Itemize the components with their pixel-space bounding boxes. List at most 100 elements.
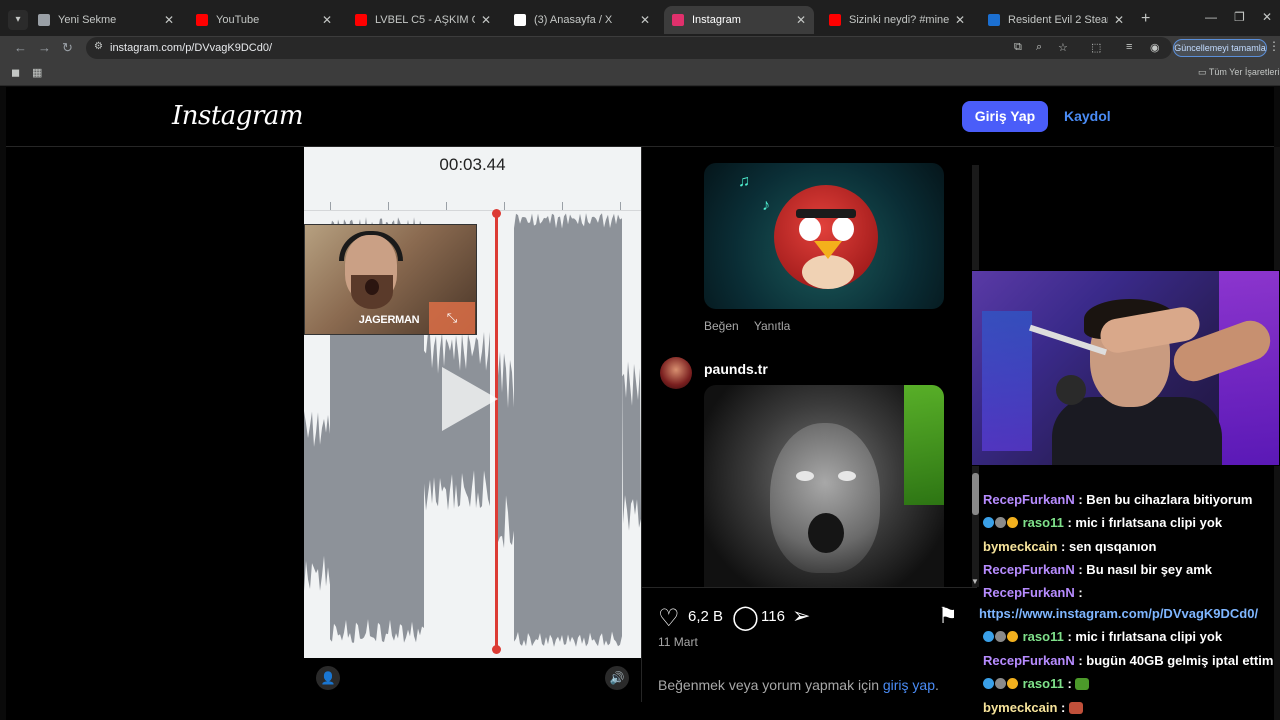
menu-icon[interactable]: ⋮ [1268, 39, 1280, 53]
chat-badge-icon [995, 631, 1006, 642]
like-count: 6,2 B [688, 608, 724, 625]
extensions-icon[interactable]: ⬚ [1091, 41, 1101, 54]
chat-badge-icon [995, 517, 1006, 528]
chat-username[interactable]: RecepFurkanN [983, 492, 1075, 507]
tab[interactable]: Sizinki neydi? #minecraft - You ✕ [821, 6, 973, 34]
chat-username[interactable]: raso11 [1023, 629, 1064, 644]
scroll-down-icon[interactable]: ▼ [971, 577, 979, 586]
expand-icon[interactable]: ⤡ [429, 302, 475, 334]
chat-username[interactable]: RecepFurkanN [983, 562, 1075, 577]
scrollbar-thumb[interactable] [972, 473, 979, 515]
close-tab-icon[interactable]: ✕ [481, 13, 491, 27]
ruler-tick [446, 202, 447, 210]
chat-text: : Ben bu cihazlara bitiyorum [1074, 492, 1253, 507]
update-button[interactable]: Güncellemeyi tamamla [1173, 39, 1267, 57]
maximize-icon[interactable]: ❐ [1234, 10, 1245, 24]
chat-link[interactable]: https://www.instagram.com/p/DVvagK9DCd0/ [979, 606, 1258, 621]
comment-image-face[interactable] [704, 385, 944, 590]
comment-icon[interactable]: ◯ [732, 603, 759, 632]
play-icon[interactable] [442, 367, 498, 431]
waveform-segment [496, 351, 514, 549]
minimize-icon[interactable]: — [1205, 10, 1217, 24]
site-info-icon[interactable]: ⚙ [94, 41, 103, 52]
share-icon[interactable]: ➢ [792, 603, 810, 629]
instagram-header: Instagram Giriş Yap Kaydol [6, 87, 1274, 147]
reply-comment-button[interactable]: Yanıtla [754, 319, 790, 333]
new-tab-button[interactable]: + [1141, 10, 1150, 28]
volume-icon[interactable]: 🔊 [605, 666, 629, 690]
tagged-users-icon[interactable]: 👤 [316, 666, 340, 690]
bird-brow [796, 209, 856, 218]
tab[interactable]: Yeni Sekme ✕ [30, 6, 182, 34]
tab[interactable]: Resident Evil 2 Steam'de %77 İ ✕ [980, 6, 1132, 34]
zoom-icon[interactable]: ⌕ [1036, 41, 1042, 54]
bookmark-star-icon[interactable]: ☆ [1058, 41, 1068, 54]
forward-icon[interactable]: → [38, 40, 51, 55]
chat-username[interactable]: RecepFurkanN [983, 585, 1075, 600]
bird-eye [832, 217, 854, 241]
back-icon[interactable]: ← [14, 40, 27, 55]
all-bookmarks-link[interactable]: ▭ Tüm Yer İşaretleri [1198, 67, 1279, 78]
chat-username[interactable]: bymeckcain [983, 539, 1057, 554]
instagram-logo[interactable]: Instagram [172, 101, 304, 131]
tab[interactable]: Instagram ✕ [664, 6, 814, 34]
login-prompt-link[interactable]: giriş yap [883, 677, 935, 693]
chat-text: : [1063, 676, 1076, 691]
comment-actions: Beğen Yanıtla [704, 319, 802, 333]
close-tab-icon[interactable]: ✕ [164, 13, 174, 27]
post-media-video[interactable]: 00:03.44 JAGERMAN ⤡ [304, 147, 641, 702]
media-control-icon[interactable]: ≡ [1126, 41, 1132, 53]
open-in-app-icon[interactable]: ⧉ [1014, 41, 1022, 54]
close-tab-icon[interactable]: ✕ [640, 13, 650, 27]
comment-image-angry-bird[interactable]: ♫ ♪ [704, 163, 944, 309]
chat-message: raso11 : [983, 676, 1090, 691]
chat-username[interactable]: raso11 [1023, 515, 1064, 530]
login-prompt: Beğenmek veya yorum yapmak için giriş ya… [658, 677, 939, 693]
bookmarks-bar: ◼ ▦ ▭ Tüm Yer İşaretleri [0, 60, 1280, 86]
folder-icon: ▭ [1198, 67, 1209, 77]
playhead-bottom-handle[interactable] [492, 645, 501, 654]
playhead-line[interactable] [495, 213, 498, 651]
url-text: instagram.com/p/DVvagK9DCd0/ [110, 42, 273, 54]
comment-username[interactable]: paunds.tr [704, 361, 768, 377]
heart-icon[interactable]: ♡ [658, 604, 680, 633]
audio-timer: 00:03.44 [439, 155, 506, 174]
signup-link[interactable]: Kaydol [1064, 108, 1111, 124]
close-window-icon[interactable]: ✕ [1262, 10, 1272, 24]
bookmark-icon[interactable]: ⚑ [938, 603, 958, 629]
apps-grid-icon[interactable]: ▦ [32, 66, 42, 79]
profile-icon[interactable]: ◉ [1150, 41, 1160, 54]
tab-search-button[interactable]: ▾ [8, 10, 28, 30]
close-tab-icon[interactable]: ✕ [1114, 13, 1124, 27]
waveform-segment [304, 411, 330, 591]
tab[interactable]: LVBEL C5 - AŞKIM ÇOK PARİ ✕ [347, 6, 499, 34]
login-button[interactable]: Giriş Yap [962, 101, 1048, 132]
address-bar[interactable]: ⚙ instagram.com/p/DVvagK9DCd0/ ⧉ ⌕ ☆ ⬚ ≡… [86, 37, 1172, 59]
chat-username[interactable]: RecepFurkanN [983, 653, 1075, 668]
close-tab-icon[interactable]: ✕ [955, 13, 965, 27]
media-controls: 👤 🔊 [304, 658, 641, 702]
avatar[interactable] [660, 357, 692, 389]
ruler-tick [388, 202, 389, 210]
waveform-segment [622, 361, 641, 531]
streamer-body [1052, 397, 1222, 465]
playhead-top-handle[interactable] [492, 209, 501, 218]
square-icon[interactable]: ◼ [11, 66, 20, 79]
chat-message: raso11 : mic i fırlatsana clipi yok [983, 629, 1222, 644]
tab[interactable]: (3) Anasayfa / X ✕ [506, 6, 658, 34]
chat-username[interactable]: raso11 [1023, 676, 1064, 691]
pip-mouth [365, 279, 379, 295]
chat-badge-icon [1007, 678, 1018, 689]
microphone [1056, 375, 1086, 405]
chat-text: : mic i fırlatsana clipi yok [1063, 629, 1223, 644]
tab[interactable]: YouTube ✕ [188, 6, 340, 34]
music-note-icon: ♪ [762, 197, 770, 214]
browser-toolbar: ← → ↻ ⚙ instagram.com/p/DVvagK9DCd0/ ⧉ ⌕… [0, 36, 1280, 60]
reload-icon[interactable]: ↻ [62, 40, 73, 56]
chat-username[interactable]: bymeckcain [983, 700, 1057, 715]
close-tab-icon[interactable]: ✕ [322, 13, 332, 27]
picture-in-picture-video[interactable]: JAGERMAN ⤡ [304, 224, 477, 335]
close-tab-icon[interactable]: ✕ [796, 13, 806, 27]
like-comment-button[interactable]: Beğen [704, 319, 739, 333]
tab-favicon-icon [829, 14, 841, 26]
